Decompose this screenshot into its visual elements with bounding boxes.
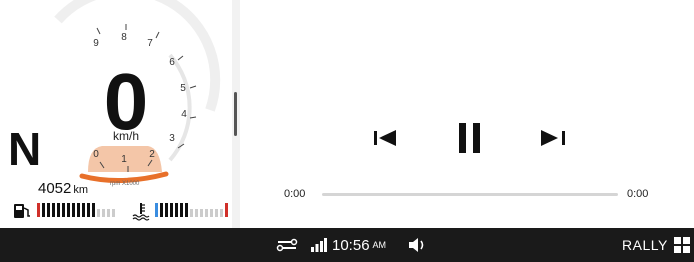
bar-segment	[185, 203, 188, 217]
bar-segment	[107, 209, 110, 217]
bar-segment	[82, 203, 85, 217]
clock-time: 10:56	[332, 236, 370, 254]
prev-icon[interactable]	[373, 128, 397, 148]
divider-drag-handle[interactable]	[234, 92, 237, 136]
rpm-label: 0	[93, 149, 99, 160]
bar-segment	[97, 209, 100, 217]
bar-segment	[210, 209, 213, 217]
rpm-label: 8	[121, 32, 127, 43]
bar-marker	[155, 203, 158, 217]
status-bar: 10:56 AM RALLY	[0, 228, 694, 262]
rpm-tick	[177, 55, 184, 61]
coolant-temp-gauge	[155, 203, 228, 219]
bar-marker	[225, 203, 228, 217]
dashboard-panel: 0123456789 N 0 km/h 4052 km rpm X1000	[0, 0, 232, 228]
connection-icon[interactable]	[276, 228, 298, 262]
bar-segment	[47, 203, 50, 217]
total-time: 0:00	[627, 188, 649, 200]
signal-icon	[311, 228, 327, 262]
rpm-label: 3	[169, 133, 175, 144]
bar-segment	[77, 203, 80, 217]
current-time: 0:00	[284, 188, 306, 200]
bar-segment	[87, 203, 90, 217]
bar-segment	[200, 209, 203, 217]
coolant-temp-icon	[132, 203, 150, 221]
bar-segment	[102, 209, 105, 217]
next-icon[interactable]	[540, 128, 566, 148]
rpm-label: 9	[93, 38, 99, 49]
pause-icon[interactable]	[458, 122, 482, 154]
progress-track[interactable]	[322, 193, 618, 196]
bar-segment	[220, 209, 223, 217]
bar-segment	[67, 203, 70, 217]
bar-segment	[57, 203, 60, 217]
bar-segment	[190, 209, 193, 217]
odometer: 4052 km	[38, 180, 88, 197]
media-panel: 0:00 0:00	[240, 0, 694, 228]
rpm-label: 1	[121, 154, 127, 165]
fuel-gauge	[37, 203, 115, 219]
rpm-unit-label: rpm X1000	[110, 181, 140, 187]
bar-marker	[37, 203, 40, 217]
grid-icon[interactable]	[674, 228, 690, 262]
bar-segment	[165, 203, 168, 217]
bar-segment	[215, 209, 218, 217]
rpm-needle-arc	[79, 171, 169, 183]
speed-unit: km/h	[112, 129, 139, 143]
clock: 10:56 AM	[332, 228, 386, 262]
bar-segment	[195, 209, 198, 217]
bar-segment	[92, 203, 95, 217]
media-controls	[240, 118, 694, 158]
fuel-icon	[14, 204, 30, 218]
bar-segment	[205, 209, 208, 217]
riding-mode[interactable]: RALLY	[622, 228, 668, 262]
bar-segment	[160, 203, 163, 217]
rpm-label: 5	[180, 83, 186, 94]
gear-indicator: N	[8, 123, 42, 175]
bar-marker	[112, 209, 115, 217]
rpm-tick	[96, 27, 101, 35]
bar-segment	[72, 203, 75, 217]
rpm-tick	[155, 31, 160, 39]
bar-segment	[52, 203, 55, 217]
rpm-label: 4	[181, 109, 187, 120]
bar-segment	[175, 203, 178, 217]
volume-icon[interactable]	[408, 228, 428, 262]
rpm-label: 2	[149, 149, 155, 160]
bar-segment	[42, 203, 45, 217]
rpm-tick	[189, 85, 197, 89]
rpm-label: 6	[169, 57, 175, 68]
bar-segment	[62, 203, 65, 217]
bar-segment	[180, 203, 183, 217]
odometer-value: 4052	[38, 180, 72, 197]
bar-segment	[170, 203, 173, 217]
rpm-label: 7	[147, 38, 153, 49]
odometer-unit: km	[73, 184, 89, 196]
clock-ampm: AM	[372, 240, 387, 250]
